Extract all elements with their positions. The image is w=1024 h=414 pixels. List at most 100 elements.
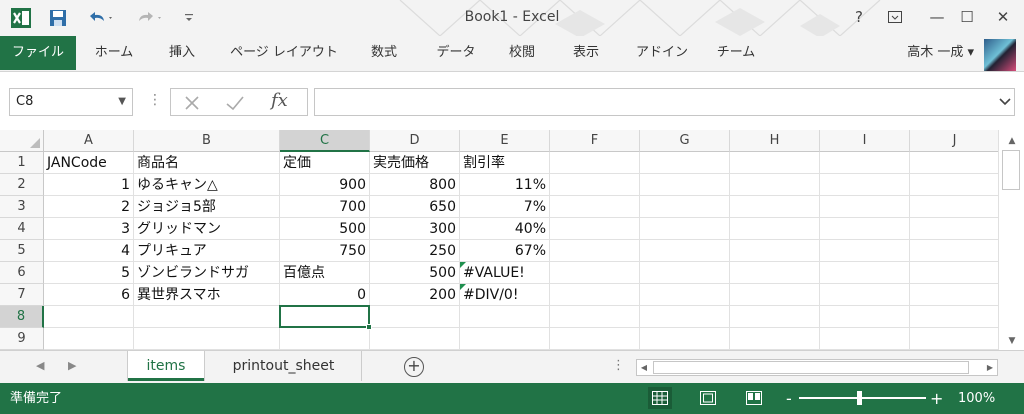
add-sheet-button[interactable]: + — [404, 357, 424, 377]
zoom-level[interactable]: 100% — [958, 383, 995, 414]
chevron-down-icon[interactable]: ▼ — [118, 89, 126, 115]
cell-f7[interactable] — [550, 284, 640, 306]
cell-c9[interactable] — [280, 328, 370, 350]
cell-a6[interactable]: 5 — [44, 262, 134, 284]
cell-i8[interactable] — [820, 306, 910, 328]
column-header-c[interactable]: C — [280, 130, 370, 152]
cell-e1[interactable]: 割引率 — [460, 152, 550, 174]
cancel-icon[interactable] — [183, 94, 201, 112]
tab-team[interactable]: チーム — [708, 36, 764, 70]
cell-j6[interactable] — [910, 262, 998, 284]
cell-f9[interactable] — [550, 328, 640, 350]
maximize-button[interactable]: ☐ — [954, 6, 980, 28]
cell-e8[interactable] — [460, 306, 550, 328]
normal-view-icon[interactable] — [648, 387, 672, 409]
name-box[interactable]: C8 ▼ — [9, 88, 133, 116]
cell-h5[interactable] — [730, 240, 820, 262]
cell-i6[interactable] — [820, 262, 910, 284]
column-header-i[interactable]: I — [820, 130, 910, 152]
zoom-out-button[interactable]: - — [786, 383, 792, 414]
cell-j9[interactable] — [910, 328, 998, 350]
cell-a4[interactable]: 3 — [44, 218, 134, 240]
row-header-1[interactable]: 1 — [0, 152, 44, 174]
cell-i3[interactable] — [820, 196, 910, 218]
cell-c7[interactable]: 0 — [280, 284, 370, 306]
cell-c3[interactable]: 700 — [280, 196, 370, 218]
cell-e7[interactable]: #DIV/0! — [460, 284, 550, 306]
column-header-g[interactable]: G — [640, 130, 730, 152]
cell-a1[interactable]: JANCode — [44, 152, 134, 174]
cell-h3[interactable] — [730, 196, 820, 218]
cell-i5[interactable] — [820, 240, 910, 262]
row-header-6[interactable]: 6 — [0, 262, 44, 284]
cell-j7[interactable] — [910, 284, 998, 306]
cell-e5[interactable]: 67% — [460, 240, 550, 262]
help-button[interactable]: ? — [846, 6, 872, 28]
horizontal-scrollbar[interactable]: ◀ ▶ — [636, 359, 998, 376]
drag-handle-icon[interactable]: ⋮ — [148, 92, 162, 108]
scroll-down-icon[interactable]: ▼ — [1004, 334, 1020, 348]
cell-c1[interactable]: 定価 — [280, 152, 370, 174]
cell-g5[interactable] — [640, 240, 730, 262]
cell-b5[interactable]: プリキュア — [134, 240, 280, 262]
cell-i4[interactable] — [820, 218, 910, 240]
column-header-f[interactable]: F — [550, 130, 640, 152]
cell-b3[interactable]: ジョジョ5部 — [134, 196, 280, 218]
row-header-3[interactable]: 3 — [0, 196, 44, 218]
row-header-5[interactable]: 5 — [0, 240, 44, 262]
scroll-left-icon[interactable]: ◀ — [637, 360, 651, 375]
insert-function-icon[interactable]: fx — [271, 90, 288, 111]
cell-f8[interactable] — [550, 306, 640, 328]
cell-h4[interactable] — [730, 218, 820, 240]
cell-b6[interactable]: ゾンビランドサガ — [134, 262, 280, 284]
scroll-thumb[interactable] — [1002, 150, 1020, 190]
cell-d4[interactable]: 300 — [370, 218, 460, 240]
row-header-4[interactable]: 4 — [0, 218, 44, 240]
ribbon-display-options-icon[interactable] — [882, 6, 908, 28]
column-header-e[interactable]: E — [460, 130, 550, 152]
close-button[interactable]: ✕ — [990, 6, 1016, 28]
cell-i2[interactable] — [820, 174, 910, 196]
page-break-preview-icon[interactable] — [742, 387, 766, 409]
cell-e6[interactable]: #VALUE! — [460, 262, 550, 284]
cell-b7[interactable]: 異世界スマホ — [134, 284, 280, 306]
cell-a5[interactable]: 4 — [44, 240, 134, 262]
column-header-a[interactable]: A — [44, 130, 134, 152]
column-header-h[interactable]: H — [730, 130, 820, 152]
row-header-7[interactable]: 7 — [0, 284, 44, 306]
cell-g2[interactable] — [640, 174, 730, 196]
cell-f5[interactable] — [550, 240, 640, 262]
tab-view[interactable]: 表示 — [562, 36, 610, 70]
next-sheet-icon[interactable]: ▶ — [68, 359, 76, 372]
row-header-9[interactable]: 9 — [0, 328, 44, 350]
cell-a3[interactable]: 2 — [44, 196, 134, 218]
cell-b1[interactable]: 商品名 — [134, 152, 280, 174]
select-all-corner[interactable] — [0, 130, 44, 152]
hscroll-thumb[interactable] — [653, 361, 969, 374]
cell-i9[interactable] — [820, 328, 910, 350]
page-layout-view-icon[interactable] — [696, 387, 720, 409]
cell-e3[interactable]: 7% — [460, 196, 550, 218]
cell-b9[interactable] — [134, 328, 280, 350]
cell-i7[interactable] — [820, 284, 910, 306]
cell-b8[interactable] — [134, 306, 280, 328]
splitter-handle-icon[interactable]: ⋮ — [612, 358, 625, 373]
cell-e9[interactable] — [460, 328, 550, 350]
cell-g8[interactable] — [640, 306, 730, 328]
cell-j8[interactable] — [910, 306, 998, 328]
zoom-in-button[interactable]: + — [930, 383, 943, 414]
cell-b4[interactable]: グリッドマン — [134, 218, 280, 240]
cell-g7[interactable] — [640, 284, 730, 306]
cell-a8[interactable] — [44, 306, 134, 328]
tab-home[interactable]: ホーム — [84, 36, 144, 70]
cell-h8[interactable] — [730, 306, 820, 328]
vertical-scrollbar[interactable]: ▲ ▼ — [998, 130, 1024, 350]
scroll-up-icon[interactable]: ▲ — [1004, 134, 1020, 148]
sheet-tab-printout-sheet[interactable]: printout_sheet — [206, 351, 362, 381]
expand-formula-bar-icon[interactable] — [998, 97, 1012, 107]
cell-d2[interactable]: 800 — [370, 174, 460, 196]
cell-f1[interactable] — [550, 152, 640, 174]
cell-e2[interactable]: 11% — [460, 174, 550, 196]
tab-formulas[interactable]: 数式 — [358, 36, 410, 70]
cell-a2[interactable]: 1 — [44, 174, 134, 196]
